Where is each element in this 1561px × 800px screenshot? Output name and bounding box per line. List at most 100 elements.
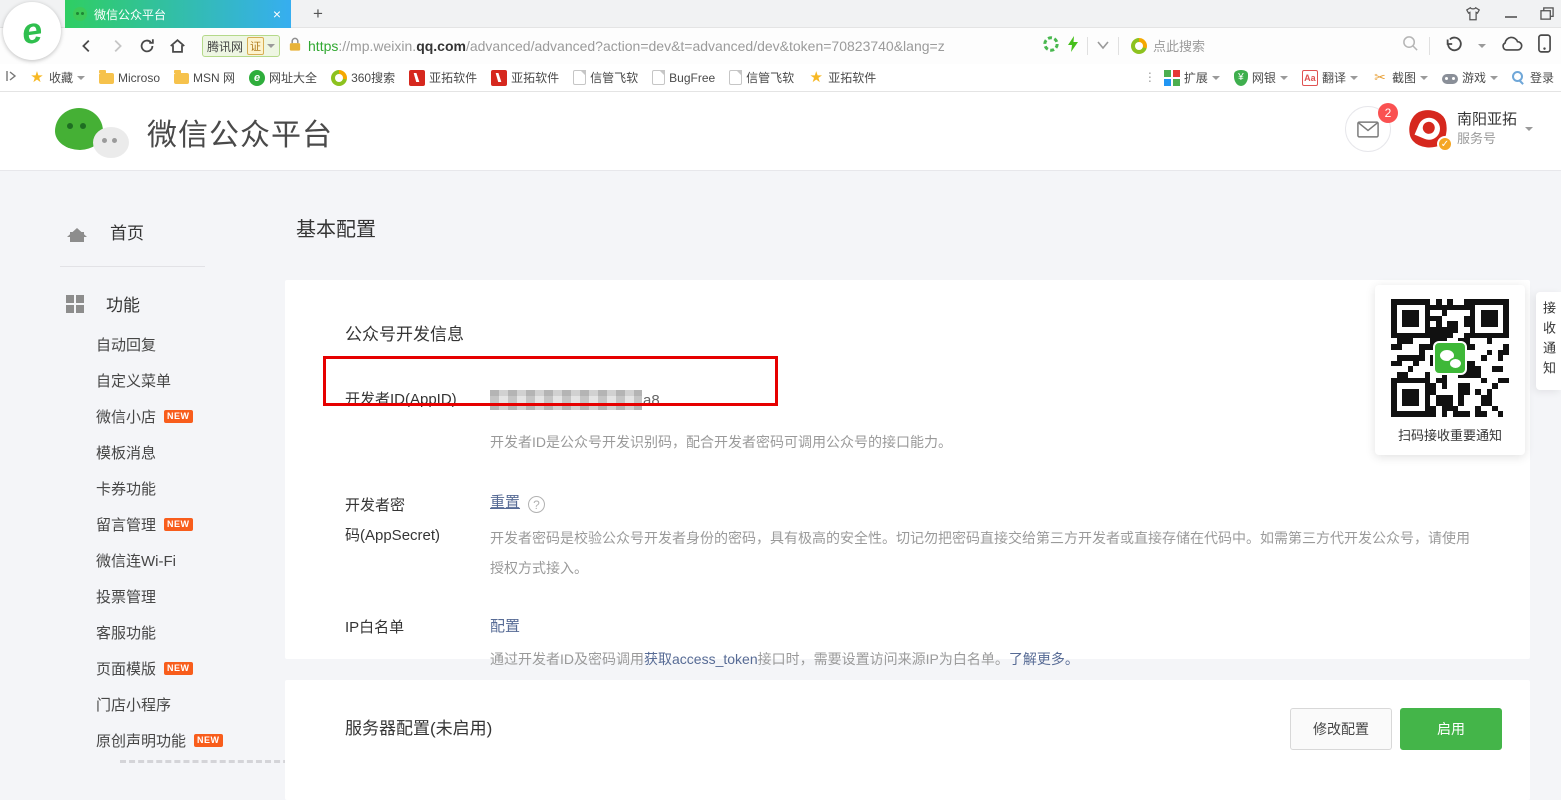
bookmark-item[interactable]: 360搜索: [324, 64, 402, 92]
undo-caret-icon[interactable]: [1478, 44, 1486, 48]
tool-item[interactable]: 扩展: [1157, 64, 1227, 92]
sidebar-menu-item[interactable]: 页面模版 NEW: [96, 650, 285, 686]
sidebar-menu-item[interactable]: 门店小程序: [96, 686, 285, 722]
speed-bolt-icon[interactable]: [1067, 36, 1079, 57]
tab-title: 微信公众平台: [94, 6, 271, 23]
sidebar-menu-item[interactable]: 投票管理: [96, 578, 285, 614]
bookmark-item[interactable]: 信管飞软: [722, 64, 801, 92]
ip-desc-pre: 通过开发者ID及密码调用: [490, 651, 644, 667]
theme-shirt-icon[interactable]: [1464, 6, 1482, 22]
search-icon[interactable]: [1402, 35, 1419, 57]
tool-item[interactable]: 游戏: [1435, 64, 1505, 92]
learn-more-link[interactable]: 了解更多。: [1009, 651, 1079, 667]
help-question-icon[interactable]: ?: [528, 496, 545, 513]
bookmark-item[interactable]: Microso: [92, 64, 167, 92]
sidebar-divider: [60, 266, 205, 267]
divider: [1087, 37, 1088, 55]
bookmark-item[interactable]: 网址大全: [242, 64, 324, 92]
bookmark-item[interactable]: 收藏: [22, 64, 92, 92]
browser-logo-icon[interactable]: e: [3, 2, 61, 60]
account-caret-icon: [1525, 127, 1533, 131]
minimize-icon[interactable]: [1504, 8, 1518, 20]
maximize-restore-icon[interactable]: [1540, 7, 1555, 21]
receive-notice-tab[interactable]: 接收通知: [1536, 292, 1561, 390]
sidebar-item-label: 留言管理: [96, 514, 156, 535]
bookmark-item[interactable]: 信管飞软: [566, 64, 645, 92]
home-button[interactable]: [162, 31, 192, 61]
tab-close-icon[interactable]: ×: [271, 6, 283, 22]
bookmark-icon: [729, 70, 742, 85]
modify-config-button[interactable]: 修改配置: [1290, 708, 1392, 750]
ip-desc-mid: 接口时，需要设置访问来源IP为白名单。: [758, 651, 1009, 667]
qr-code-image: [1387, 295, 1513, 421]
page-body: 首页 功能 自动回复 自定义菜单 微信小店 NEW: [0, 171, 1561, 769]
sidebar-menu-item[interactable]: 微信小店 NEW: [96, 398, 285, 434]
bookmark-item[interactable]: 亚拓软件: [801, 64, 883, 92]
tool-item[interactable]: 截图: [1365, 64, 1435, 92]
undo-history-icon[interactable]: [1444, 35, 1464, 58]
new-tab-button[interactable]: +: [305, 3, 331, 25]
cloud-sync-icon[interactable]: [1500, 35, 1524, 57]
enable-button[interactable]: 启用: [1400, 708, 1502, 750]
bookmark-item[interactable]: 亚拓软件: [484, 64, 566, 92]
qr-caption: 扫码接收重要通知: [1398, 425, 1502, 444]
forward-button[interactable]: [102, 31, 132, 61]
url-sep: ://mp.weixin.: [338, 38, 416, 54]
tool-icon: [1372, 70, 1388, 86]
notifications-button[interactable]: 2: [1345, 106, 1391, 152]
no-trace-pinwheel-icon[interactable]: [1043, 36, 1059, 57]
sidebar-menu-item[interactable]: 自定义菜单: [96, 362, 285, 398]
sidebar-menu-item[interactable]: 自动回复: [96, 326, 285, 362]
tool-caret-icon: [1280, 76, 1288, 80]
new-badge: NEW: [164, 662, 193, 675]
tool-label: 翻译: [1322, 69, 1346, 86]
sidebar-section-features[interactable]: 功能: [66, 291, 285, 316]
site-identity-badge[interactable]: 腾讯网 证: [202, 35, 280, 57]
divider: [1118, 37, 1119, 55]
sidebar-item-home[interactable]: 首页: [66, 219, 285, 244]
more-dots-icon[interactable]: ⋮: [1143, 75, 1157, 80]
bookmark-item[interactable]: MSN 网: [167, 64, 242, 92]
tool-item[interactable]: 翻译: [1295, 64, 1365, 92]
bookmark-label: 亚拓软件: [511, 69, 559, 86]
address-bar[interactable]: https://mp.weixin.qq.com/advanced/advanc…: [286, 31, 1037, 61]
tool-item[interactable]: 网银: [1227, 64, 1295, 92]
mobile-phone-icon[interactable]: [1538, 34, 1551, 58]
receive-notice-label: 接收通知: [1539, 301, 1558, 381]
sidebar-menu-item[interactable]: 模板消息: [96, 434, 285, 470]
tool-label: 游戏: [1462, 69, 1486, 86]
bookmark-icon: [249, 70, 265, 86]
sidebar-menu-item[interactable]: 卡券功能: [96, 470, 285, 506]
account-switcher[interactable]: ✓ 南阳亚拓 服务号: [1407, 108, 1533, 150]
quick-search[interactable]: [1125, 31, 1425, 61]
ip-config-link[interactable]: 配置: [490, 618, 520, 635]
home-icon: [66, 222, 88, 242]
sidebar-item-label: 原创声明功能: [96, 730, 186, 751]
reset-secret-link[interactable]: 重置: [490, 494, 520, 511]
server-config-buttons: 修改配置 启用: [1290, 708, 1502, 750]
sidebar-item-label: 客服功能: [96, 622, 156, 643]
refresh-button[interactable]: [132, 31, 162, 61]
url-dropdown-icon[interactable]: [1096, 37, 1110, 55]
sidebar-menu-item[interactable]: 留言管理 NEW: [96, 506, 285, 542]
sidebar-menu-item[interactable]: 客服功能: [96, 614, 285, 650]
sidebar-menu: 自动回复 自定义菜单 微信小店 NEW 模板消息: [0, 326, 285, 758]
bookmark-item[interactable]: BugFree: [645, 64, 722, 92]
bookmark-item[interactable]: 亚拓软件: [402, 64, 484, 92]
sidebar-section-label: 功能: [106, 291, 140, 316]
tool-item[interactable]: 登录: [1505, 64, 1561, 92]
browser-tab[interactable]: 微信公众平台 ×: [65, 0, 291, 28]
bookmarks-expand-icon[interactable]: [0, 70, 22, 85]
sidebar-menu-item[interactable]: 微信连Wi-Fi: [96, 542, 285, 578]
bookmark-caret-icon: [77, 76, 85, 80]
browser-logo-e: e: [20, 12, 45, 50]
back-button[interactable]: [72, 31, 102, 61]
sidebar-menu-item[interactable]: 原创声明功能 NEW: [96, 722, 285, 758]
server-config-card: 服务器配置(未启用) 修改配置 启用: [285, 680, 1530, 800]
server-config-title: 服务器配置(未启用): [345, 708, 492, 739]
access-token-link[interactable]: 获取access_token: [644, 651, 758, 667]
bookmark-icon: [491, 70, 507, 86]
bookmarks-bar: 收藏 Microso MSN 网 网址大全: [0, 64, 1561, 92]
search-input[interactable]: [1153, 39, 1402, 54]
bookmark-icon: [174, 73, 189, 84]
